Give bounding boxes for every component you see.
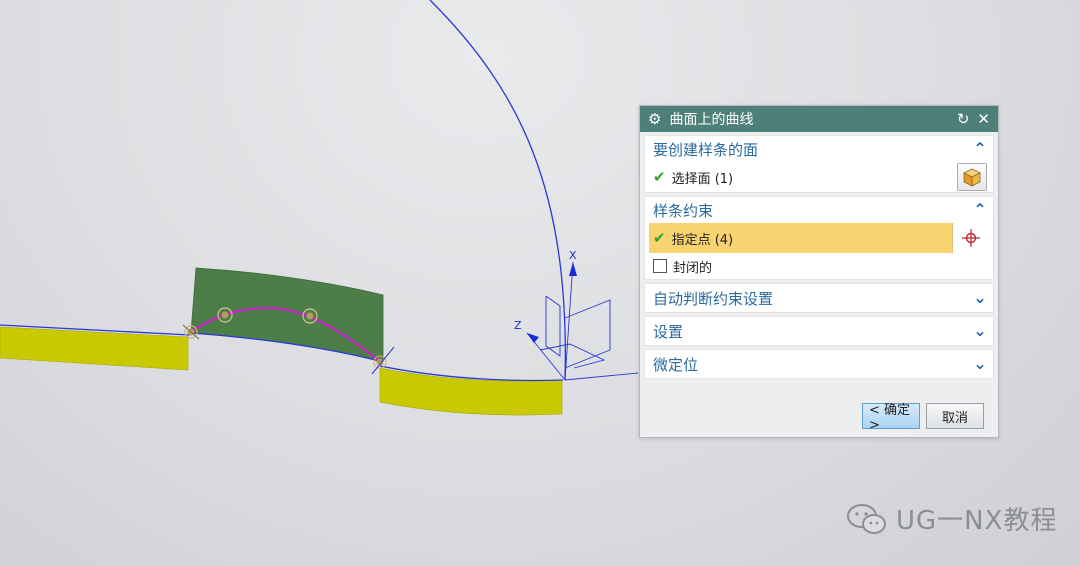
closed-checkbox-label: 封闭的 bbox=[673, 260, 713, 276]
gear-icon: ⚙ bbox=[648, 110, 662, 128]
chevron-up-icon[interactable]: ⌃ bbox=[973, 141, 987, 157]
section-auto-constraint: 自动判断约束设置 ⌄ bbox=[644, 283, 994, 313]
specify-point-label: 指定点 (4) bbox=[671, 232, 734, 248]
wechat-icon bbox=[847, 503, 886, 534]
section-settings-label: 设置 bbox=[653, 322, 684, 341]
section-face: 要创建样条的面 ⌃ ✔ 选择面 (1) bbox=[644, 135, 994, 193]
watermark: UG一NX教程 bbox=[846, 500, 1057, 537]
point-dialog-button[interactable] bbox=[952, 223, 989, 253]
section-fine-positioning-header[interactable]: 微定位 ⌄ bbox=[645, 350, 993, 378]
dialog-title: 曲面上的曲线 bbox=[669, 112, 754, 128]
ok-button[interactable]: < 确定 > bbox=[862, 403, 920, 433]
x-axis-label: X bbox=[569, 249, 577, 262]
arc-curve bbox=[429, 0, 566, 381]
dialog-footer: < 确定 > 取消 bbox=[862, 403, 984, 433]
chevron-down-icon[interactable]: ⌄ bbox=[973, 323, 987, 339]
face-select-button[interactable] bbox=[957, 163, 987, 191]
close-icon[interactable]: ✕ bbox=[977, 110, 990, 128]
z-axis-arrow bbox=[527, 333, 539, 343]
checkmark-icon: ✔ bbox=[653, 168, 666, 186]
section-constraint: 样条约束 ⌃ ✔ 指定点 (4) 封闭的 bbox=[644, 196, 994, 280]
reset-icon[interactable]: ↻ bbox=[957, 110, 970, 128]
x-axis-arrow bbox=[569, 262, 577, 276]
datum-csys bbox=[526, 261, 639, 381]
section-auto-constraint-label: 自动判断约束设置 bbox=[653, 289, 774, 308]
section-constraint-header[interactable]: 样条约束 ⌃ bbox=[645, 197, 993, 223]
dialog-title-bar: ⚙ 曲面上的曲线 ↻ ✕ bbox=[640, 106, 998, 132]
section-settings: 设置 ⌄ bbox=[644, 316, 994, 346]
chevron-down-icon[interactable]: ⌄ bbox=[973, 356, 987, 372]
section-constraint-label: 样条约束 bbox=[653, 201, 714, 220]
green-face bbox=[190, 267, 384, 363]
watermark-text: UG一NX教程 bbox=[896, 506, 1058, 536]
specify-point-row[interactable]: ✔ 指定点 (4) bbox=[649, 223, 989, 253]
closed-checkbox-row[interactable]: 封闭的 bbox=[645, 253, 993, 279]
curve-on-surface-dialog: ⚙ 曲面上的曲线 ↻ ✕ 要创建样条的面 ⌃ ✔ 选择面 (1) 样条约束 ⌃ bbox=[639, 105, 999, 438]
section-settings-header[interactable]: 设置 ⌄ bbox=[645, 317, 993, 345]
crosshair-icon bbox=[962, 229, 980, 247]
closed-checkbox[interactable] bbox=[653, 259, 667, 273]
select-face-label: 选择面 (1) bbox=[671, 171, 734, 187]
cancel-button[interactable]: 取消 bbox=[926, 403, 984, 429]
chevron-down-icon[interactable]: ⌄ bbox=[973, 290, 987, 306]
z-axis-label: Z bbox=[514, 319, 522, 332]
section-face-label: 要创建样条的面 bbox=[653, 140, 759, 159]
checkmark-icon: ✔ bbox=[653, 229, 666, 247]
select-face-row[interactable]: ✔ 选择面 (1) bbox=[645, 162, 993, 192]
section-fine-positioning: 微定位 ⌄ bbox=[644, 349, 994, 379]
section-fine-positioning-label: 微定位 bbox=[653, 355, 699, 374]
cube-icon bbox=[963, 168, 981, 187]
section-face-header[interactable]: 要创建样条的面 ⌃ bbox=[645, 136, 993, 162]
right-yellow-surface bbox=[379, 367, 563, 416]
section-auto-constraint-header[interactable]: 自动判断约束设置 ⌄ bbox=[645, 284, 993, 312]
chevron-up-icon[interactable]: ⌃ bbox=[973, 202, 987, 218]
